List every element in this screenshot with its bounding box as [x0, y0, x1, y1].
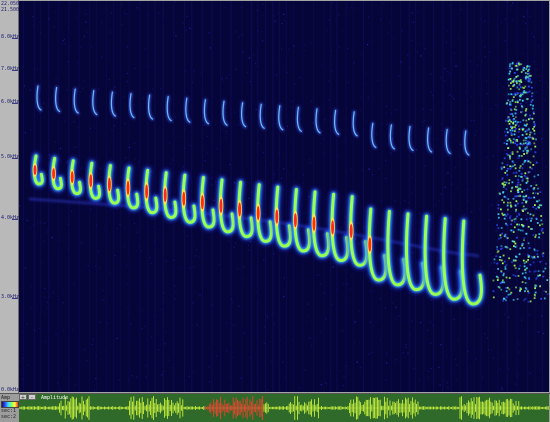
- axis-tick-label: 8.0kHz: [1, 34, 20, 40]
- waveform-side-label: sec:2: [1, 414, 17, 420]
- frequency-axis: 22.050k 21.500k 8.0kHz 7.0kHz 6.0kHz 5.0…: [0, 0, 22, 393]
- colormap-legend: [1, 401, 19, 408]
- audio-spectrogram-window: 22.050k 21.500k 8.0kHz 7.0kHz 6.0kHz 5.0…: [0, 0, 550, 422]
- waveform-image: [19, 396, 549, 420]
- spectrogram-calls: [30, 152, 485, 308]
- spectrogram-image: [19, 1, 549, 392]
- spectrogram-noise-burst: [492, 61, 549, 303]
- axis-tick-label: 6.0kHz: [1, 99, 20, 105]
- axis-tick-label: 5.0kHz: [1, 154, 20, 160]
- waveform-title: Amplitude: [41, 395, 69, 401]
- spectrogram-canvas[interactable]: [19, 1, 549, 392]
- axis-tick-label: 4.0kHz: [1, 215, 20, 221]
- axis-tick-label: 3.0kHz: [1, 294, 20, 300]
- axis-tick-label: 7.0kHz: [1, 66, 20, 72]
- waveform-view[interactable]: [19, 394, 549, 422]
- zoom-in-button[interactable]: +: [19, 394, 27, 401]
- zoom-out-button[interactable]: -: [28, 394, 36, 401]
- waveform-panel: Amp sec:1 sec:2 Amplitude + -: [0, 393, 550, 422]
